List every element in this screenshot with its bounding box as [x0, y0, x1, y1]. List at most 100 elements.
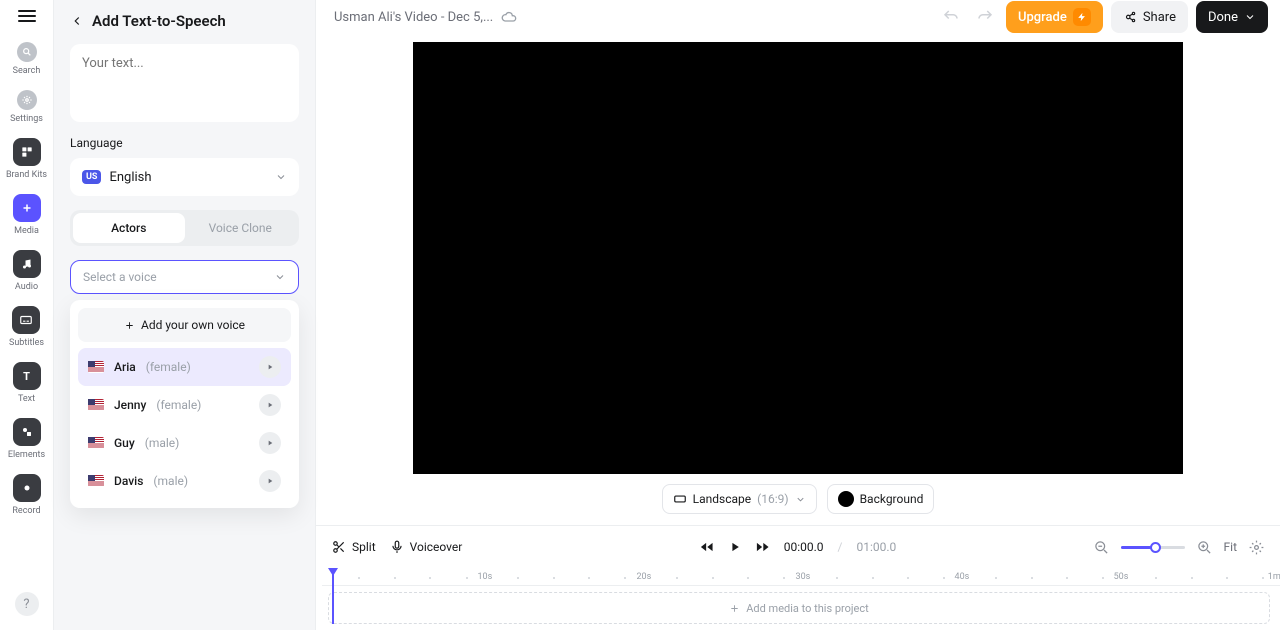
rail-label: Media — [14, 226, 39, 236]
brand-kits-icon — [13, 138, 41, 166]
redo-button[interactable] — [972, 4, 998, 30]
voice-option[interactable]: Aria (female) — [78, 348, 291, 386]
rail-item-search[interactable]: Search — [13, 42, 41, 76]
tick: 30s — [796, 572, 811, 582]
tick: 40s — [955, 572, 970, 582]
project-title[interactable]: Usman Ali's Video - Dec 5,... — [334, 10, 493, 25]
flag-icon — [88, 399, 104, 411]
chevron-down-icon — [274, 271, 286, 283]
voice-name: Aria — [114, 360, 136, 374]
background-button[interactable]: Background — [827, 484, 935, 514]
play-button[interactable] — [728, 540, 742, 554]
plus-icon — [13, 194, 41, 222]
elements-icon — [13, 418, 41, 446]
language-value: English — [109, 170, 275, 185]
video-canvas[interactable] — [413, 42, 1183, 474]
tick: 20s — [636, 572, 651, 582]
back-button[interactable] — [70, 14, 84, 28]
language-label: Language — [70, 136, 299, 150]
voice-name: Guy — [114, 436, 135, 450]
current-time: 00:00.0 — [784, 540, 824, 554]
share-button[interactable]: Share — [1111, 1, 1188, 33]
record-icon — [13, 474, 41, 502]
duration-time: 01:00.0 — [856, 540, 896, 554]
preview-voice-button[interactable] — [259, 356, 281, 378]
voice-option[interactable]: Guy (male) — [78, 424, 291, 462]
tab-actors[interactable]: Actors — [73, 213, 185, 243]
background-label: Background — [860, 492, 924, 506]
cloud-sync-icon[interactable] — [501, 9, 517, 25]
voice-gender: (male) — [153, 474, 188, 488]
left-rail: Search Settings Brand Kits Media Audio S… — [0, 0, 54, 630]
preview-voice-button[interactable] — [259, 394, 281, 416]
share-label: Share — [1143, 10, 1176, 25]
upgrade-label: Upgrade — [1018, 10, 1067, 25]
audio-icon — [13, 250, 41, 278]
timeline-ruler[interactable]: 10s 20s 30s 40s 50s 1m — [322, 570, 1280, 586]
add-media-label: Add media to this project — [746, 602, 869, 615]
zoom-in-button[interactable] — [1197, 540, 1212, 555]
flag-icon — [88, 437, 104, 449]
voice-select[interactable] — [70, 260, 299, 294]
tts-textarea[interactable] — [70, 44, 299, 122]
zoom-slider[interactable] — [1121, 546, 1185, 549]
done-button[interactable]: Done — [1196, 1, 1268, 33]
voice-gender: (female) — [146, 360, 191, 374]
undo-button[interactable] — [938, 4, 964, 30]
voice-dropdown: Add your own voice Aria (female) Jenny (… — [70, 300, 299, 508]
chevron-down-icon — [795, 494, 806, 505]
flag-icon — [88, 475, 104, 487]
landscape-label: Landscape — [693, 492, 752, 506]
share-icon — [1123, 10, 1137, 24]
forward-button[interactable] — [756, 540, 770, 554]
bolt-icon — [1073, 8, 1091, 26]
playhead[interactable] — [328, 568, 338, 578]
rail-label: Elements — [8, 450, 45, 460]
rail-item-audio[interactable]: Audio — [13, 250, 41, 292]
help-button[interactable]: ? — [15, 592, 39, 616]
add-voice-label: Add your own voice — [141, 318, 245, 332]
zoom-out-button[interactable] — [1094, 540, 1109, 555]
topbar: Usman Ali's Video - Dec 5,... Upgrade Sh… — [316, 0, 1280, 34]
voice-option[interactable]: Jenny (female) — [78, 386, 291, 424]
voice-gender: (female) — [156, 398, 201, 412]
rail-item-record[interactable]: Record — [12, 474, 40, 516]
add-voice-button[interactable]: Add your own voice — [78, 308, 291, 342]
rail-item-brand-kits[interactable]: Brand Kits — [6, 138, 47, 180]
rail-label: Record — [12, 506, 40, 516]
rail-item-settings[interactable]: Settings — [10, 90, 43, 124]
language-select[interactable]: US English — [70, 158, 299, 196]
rewind-button[interactable] — [700, 540, 714, 554]
bottom-panel: Split Voiceover 00:00.0 / 01:00.0 — [316, 525, 1280, 630]
panel-title: Add Text-to-Speech — [92, 12, 226, 30]
rail-item-subtitles[interactable]: Subtitles — [9, 306, 44, 348]
preview-voice-button[interactable] — [259, 432, 281, 454]
rail-item-text[interactable]: T Text — [13, 362, 41, 404]
rail-item-media[interactable]: Media — [13, 194, 41, 236]
tab-voice-clone[interactable]: Voice Clone — [185, 213, 297, 243]
voice-mode-segment: Actors Voice Clone — [70, 210, 299, 246]
menu-button[interactable] — [18, 10, 36, 22]
flag-icon — [88, 361, 104, 373]
voice-input[interactable] — [83, 270, 274, 284]
voice-option[interactable]: Davis (male) — [78, 462, 291, 500]
plus-icon — [729, 603, 740, 614]
rail-label: Settings — [10, 114, 43, 124]
rail-label: Audio — [15, 282, 38, 292]
search-icon — [17, 42, 37, 62]
voiceover-button[interactable]: Voiceover — [390, 540, 463, 554]
text-icon: T — [13, 362, 41, 390]
rail-label: Brand Kits — [6, 170, 47, 180]
chevron-down-icon — [1244, 11, 1256, 23]
timeline[interactable]: 10s 20s 30s 40s 50s 1m Add media to this… — [316, 570, 1280, 630]
fit-button[interactable]: Fit — [1224, 540, 1237, 554]
add-media-track[interactable]: Add media to this project — [328, 592, 1270, 624]
preview-voice-button[interactable] — [259, 470, 281, 492]
upgrade-button[interactable]: Upgrade — [1006, 1, 1103, 33]
split-button[interactable]: Split — [332, 540, 376, 554]
timeline-settings-button[interactable] — [1249, 540, 1264, 555]
voice-gender: (male) — [145, 436, 180, 450]
voice-name: Davis — [114, 474, 143, 488]
rail-item-elements[interactable]: Elements — [8, 418, 45, 460]
aspect-ratio-button[interactable]: Landscape (16:9) — [662, 484, 817, 514]
